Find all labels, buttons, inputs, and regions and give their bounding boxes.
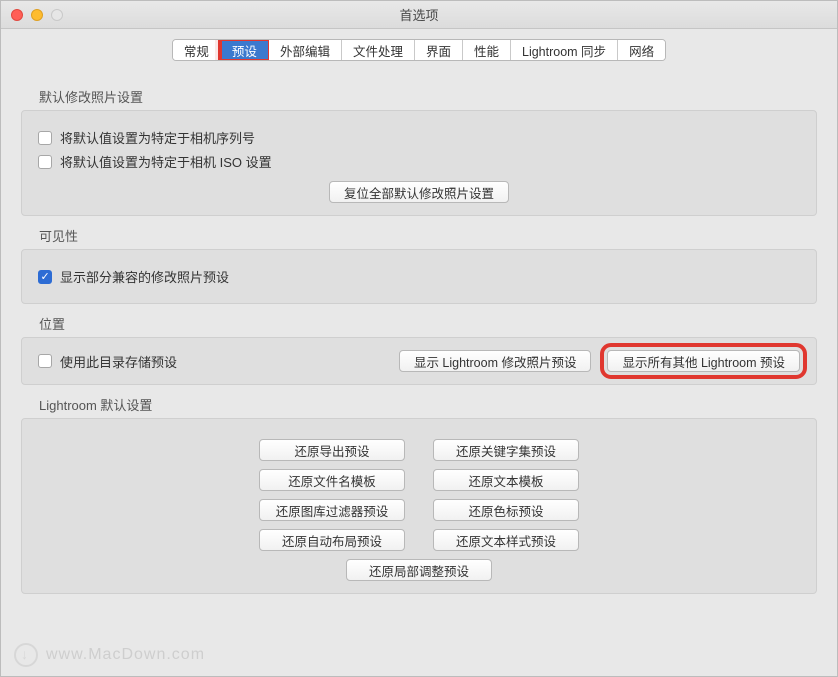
restore-library-filter-presets-button[interactable]: 还原图库过滤器预设 [259,499,405,521]
row-camera-iso: 将默认值设置为特定于相机 ISO 设置 [38,152,800,171]
section-title-visibility: 可见性 [39,226,817,245]
label-camera-iso: 将默认值设置为特定于相机 ISO 设置 [60,152,272,171]
section-title-defaults-edit: 默认修改照片设置 [39,87,817,106]
restore-text-templates-button[interactable]: 还原文本模板 [433,469,579,491]
checkbox-show-partial-compat[interactable] [38,270,52,284]
checkbox-camera-iso[interactable] [38,155,52,169]
tab-file-handling[interactable]: 文件处理 [342,40,415,60]
content-area: 默认修改照片设置 将默认值设置为特定于相机序列号 将默认值设置为特定于相机 IS… [1,73,837,614]
close-window-button[interactable] [11,9,23,21]
restore-local-adjustment-presets-button[interactable]: 还原局部调整预设 [346,559,492,581]
row-store-with-catalog: 使用此目录存储预设 [38,352,177,371]
label-camera-serial: 将默认值设置为特定于相机序列号 [60,128,255,147]
label-store-with-catalog: 使用此目录存储预设 [60,352,177,371]
tab-interface[interactable]: 界面 [415,40,463,60]
restore-export-presets-button[interactable]: 还原导出预设 [259,439,405,461]
checkbox-store-with-catalog[interactable] [38,354,52,368]
tab-bar: 常规 预设 外部编辑 文件处理 界面 性能 Lightroom 同步 网络 [1,29,837,73]
restore-keyword-presets-button[interactable]: 还原关键字集预设 [433,439,579,461]
tab-lightroom-sync[interactable]: Lightroom 同步 [511,40,618,60]
show-all-other-lightroom-presets-button[interactable]: 显示所有其他 Lightroom 预设 [607,350,800,372]
traffic-lights [11,9,63,21]
label-show-partial-compat: 显示部分兼容的修改照片预设 [60,267,229,286]
restore-filename-templates-button[interactable]: 还原文件名模板 [259,469,405,491]
reset-all-defaults-button[interactable]: 复位全部默认修改照片设置 [329,181,509,203]
checkbox-camera-serial[interactable] [38,131,52,145]
tabs-segmented: 常规 预设 外部编辑 文件处理 界面 性能 Lightroom 同步 网络 [172,39,666,61]
restore-text-style-presets-button[interactable]: 还原文本样式预设 [433,529,579,551]
minimize-window-button[interactable] [31,9,43,21]
tab-performance[interactable]: 性能 [463,40,511,60]
restore-auto-layout-presets-button[interactable]: 还原自动布局预设 [259,529,405,551]
panel-visibility: 显示部分兼容的修改照片预设 [21,249,817,304]
panel-defaults-edit: 将默认值设置为特定于相机序列号 将默认值设置为特定于相机 ISO 设置 复位全部… [21,110,817,216]
watermark-text: www.MacDown.com [46,646,205,664]
tab-general[interactable]: 常规 [173,40,221,60]
row-camera-serial: 将默认值设置为特定于相机序列号 [38,128,800,147]
watermark: www.MacDown.com [14,643,205,667]
zoom-window-button[interactable] [51,9,63,21]
show-lightroom-develop-presets-button[interactable]: 显示 Lightroom 修改照片预设 [399,350,592,372]
watermark-icon [14,643,38,667]
tab-external-editing[interactable]: 外部编辑 [269,40,342,60]
panel-lr-defaults: 还原导出预设 还原关键字集预设 还原文件名模板 还原文本模板 还原图库过滤器预设… [21,418,817,594]
section-title-location: 位置 [39,314,817,333]
tab-presets[interactable]: 预设 [221,40,269,60]
section-title-lr-defaults: Lightroom 默认设置 [39,395,817,414]
preferences-window: 首选项 常规 预设 外部编辑 文件处理 界面 性能 Lightroom 同步 网… [0,0,838,677]
window-title: 首选项 [1,5,837,24]
panel-location: 使用此目录存储预设 显示 Lightroom 修改照片预设 显示所有其他 Lig… [21,337,817,385]
titlebar: 首选项 [1,1,837,29]
row-show-partial: 显示部分兼容的修改照片预设 [38,267,800,286]
restore-color-label-presets-button[interactable]: 还原色标预设 [433,499,579,521]
tab-network[interactable]: 网络 [618,40,665,60]
